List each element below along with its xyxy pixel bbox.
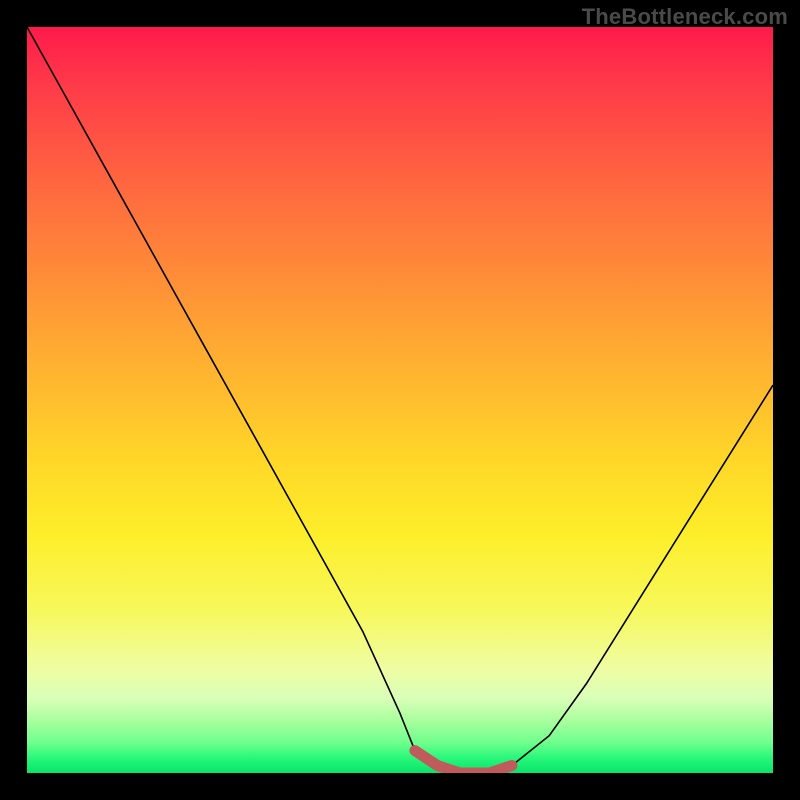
watermark-text: TheBottleneck.com <box>582 4 788 30</box>
curve-svg <box>27 27 773 773</box>
bottleneck-curve <box>27 27 773 773</box>
plot-area <box>27 27 773 773</box>
chart-frame: TheBottleneck.com <box>0 0 800 800</box>
optimal-zone-marker <box>415 751 512 773</box>
